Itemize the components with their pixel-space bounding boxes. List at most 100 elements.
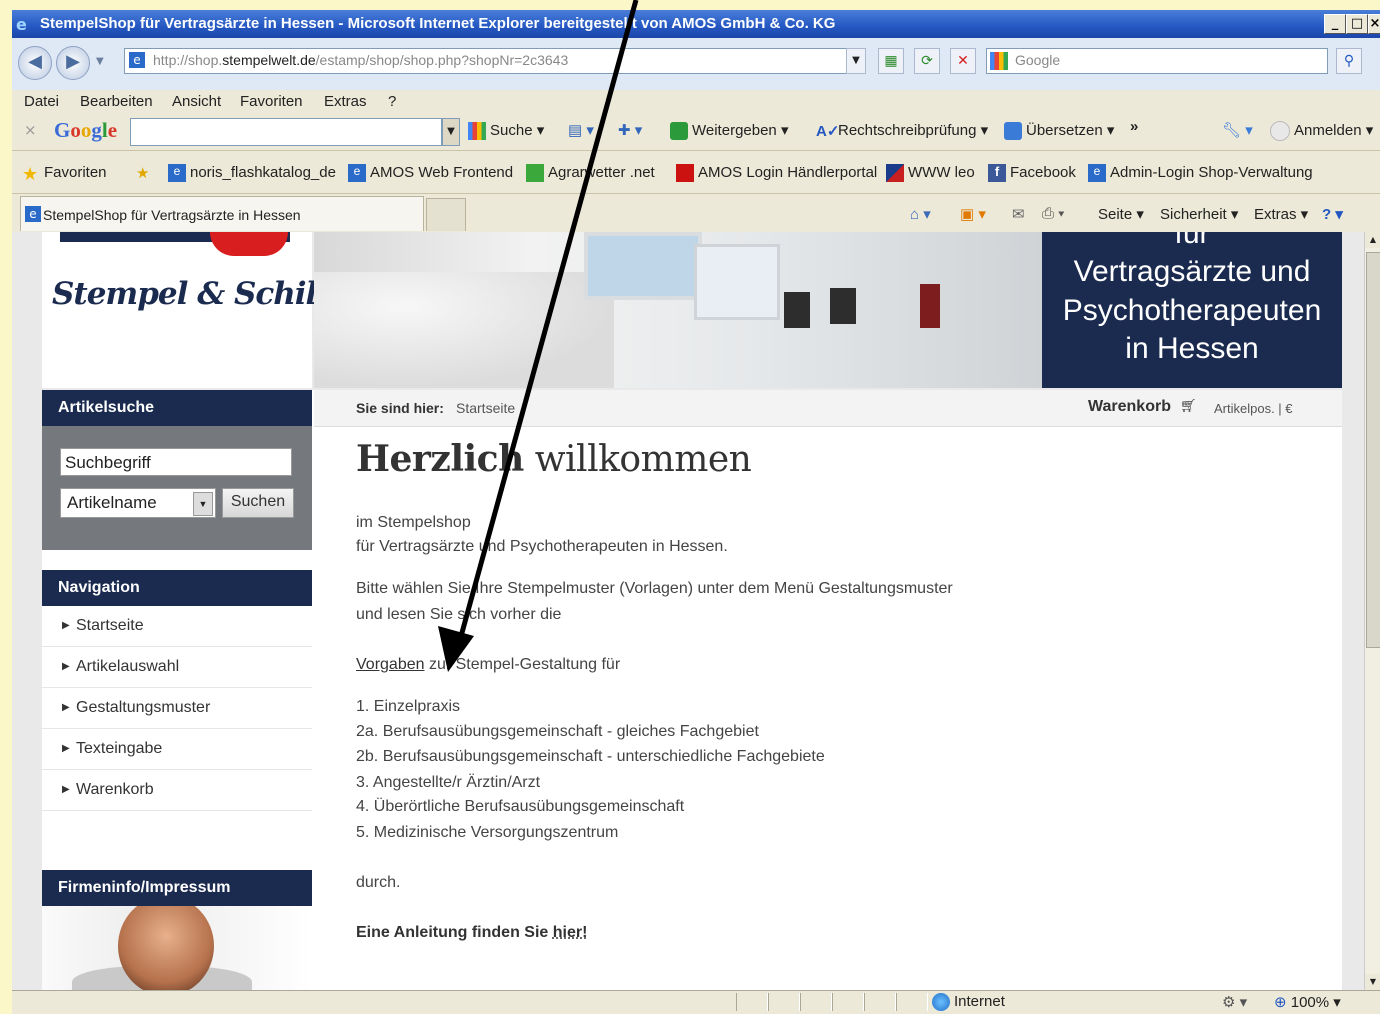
menu-help[interactable]: ? (388, 93, 396, 110)
forward-button[interactable]: ▶ (56, 46, 90, 80)
address-bar[interactable]: e http://shop.stempelwelt.de/estamp/shop… (124, 48, 856, 74)
toolbar-close-icon[interactable]: × (24, 121, 37, 139)
feeds-icon[interactable]: ▣ ▾ (960, 205, 986, 223)
translate-icon (1004, 122, 1022, 141)
page-icon: e (129, 52, 145, 68)
security-zone[interactable]: Internet (932, 993, 1005, 1012)
fav-leo[interactable]: WWW leo (886, 164, 975, 183)
ie-logo-icon: e (16, 15, 27, 34)
tab-bar: e StempelShop für Vertragsärzte in Hesse… (12, 194, 1380, 232)
add-favorite-icon[interactable]: ★ (136, 164, 149, 182)
fav-noris[interactable]: e noris_flashkatalog_de (168, 164, 336, 183)
maximize-button[interactable]: □ (1346, 14, 1368, 34)
refresh-icon[interactable]: ⟳ (914, 48, 940, 74)
fav-amos-web[interactable]: e AMOS Web Frontend (348, 164, 513, 183)
nav-item-gestaltungsmuster[interactable]: ▶ Gestaltungsmuster (42, 688, 312, 729)
search-button[interactable]: Suchen (222, 488, 294, 518)
cart-link[interactable]: Warenkorb (1088, 398, 1171, 416)
page-menu[interactable]: Seite ▾ (1098, 205, 1144, 223)
photo-monitor-2 (694, 244, 780, 320)
nav-item-warenkorb[interactable]: ▶ Warenkorb (42, 770, 312, 811)
fav-facebook[interactable]: f Facebook (988, 164, 1076, 183)
status-bar: Internet ⚙ ▾ ⊕ 100% ▾ (12, 990, 1380, 1014)
toolbar-overflow-icon[interactable]: » (1130, 118, 1138, 135)
protected-mode-icon[interactable]: ⚙ ▾ (1222, 993, 1247, 1011)
signin-icon (1270, 121, 1290, 142)
fav-agrarwetter[interactable]: Agrarwetter .net (526, 164, 655, 183)
vorgaben-link[interactable]: Vorgaben (356, 656, 425, 673)
browser-window: e StempelShop für Vertragsärzte in Hesse… (12, 10, 1380, 1014)
zoom-control[interactable]: ⊕ 100% ▾ (1274, 993, 1341, 1011)
new-tab-button[interactable] (426, 198, 466, 231)
window-title: StempelShop für Vertragsärzte in Hessen … (40, 15, 836, 32)
tab-stempelshop[interactable]: e StempelShop für Vertragsärzte in Hesse… (20, 196, 424, 231)
search-field-select[interactable]: Artikelname ▼ (60, 488, 216, 518)
page-viewport: Stempel & Schilder für Vertragsärzte und… (12, 232, 1364, 990)
status-segment (832, 993, 864, 1011)
scroll-down-icon[interactable]: ▼ (1365, 974, 1380, 990)
wrench-icon[interactable]: 🔧︎ ▾ (1222, 121, 1253, 139)
menu-bearbeiten[interactable]: Bearbeiten (80, 93, 153, 110)
favorites-button[interactable]: ★ Favoriten (22, 164, 107, 185)
guide-link[interactable]: hier! (553, 924, 588, 941)
mail-icon[interactable]: ✉ (1012, 205, 1025, 223)
search-box[interactable]: Google (986, 48, 1328, 74)
site-logo[interactable]: Stempel & Schilder (42, 232, 372, 388)
shop-page: Stempel & Schilder für Vertragsärzte und… (42, 232, 1342, 990)
address-url[interactable]: http://shop.stempelwelt.de/estamp/shop/s… (153, 52, 568, 68)
banner-line: Psychotherapeuten (1062, 294, 1322, 327)
google-search-button[interactable]: Suche ▾ (468, 121, 544, 141)
banner-line: für (1174, 232, 1210, 250)
guide-text: Eine Anleitung finden Sie (356, 924, 553, 941)
compat-view-icon[interactable]: ▦ (878, 48, 904, 74)
tools-menu[interactable]: Extras ▾ (1254, 205, 1308, 223)
triangle-right-icon: ▶ (62, 620, 70, 631)
leo-flag-icon (886, 164, 904, 183)
triangle-right-icon: ▶ (62, 702, 70, 713)
photo-person (314, 272, 614, 388)
menu-extras[interactable]: Extras (324, 93, 367, 110)
menu-favoriten[interactable]: Favoriten (240, 93, 303, 110)
scroll-up-icon[interactable]: ▲ (1365, 232, 1380, 248)
google-search-input[interactable] (130, 118, 442, 146)
status-segment (896, 993, 928, 1011)
puzzle-icon[interactable]: ✚ ▾ (618, 121, 642, 139)
print-icon[interactable]: ⎙ ▾ (1042, 205, 1064, 222)
translate-button[interactable]: Übersetzen ▾ (1004, 121, 1114, 141)
help-icon[interactable]: ? ▾ (1322, 205, 1343, 223)
history-dropdown-icon[interactable]: ▼ (96, 56, 104, 67)
breadcrumb-current[interactable]: Startseite (456, 400, 515, 416)
nav-item-artikelauswahl[interactable]: ▶ Artikelauswahl (42, 647, 312, 688)
close-button[interactable]: × (1368, 14, 1380, 34)
navigation-title: Navigation (42, 570, 312, 606)
search-input[interactable]: Suchbegriff (60, 448, 292, 476)
search-icon[interactable]: ⚲ (1336, 48, 1362, 74)
search-panel: Suchbegriff Artikelname ▼ Suchen (42, 426, 312, 550)
vertical-scrollbar[interactable]: ▲ ▼ (1364, 232, 1380, 990)
back-button[interactable]: ◀ (18, 46, 52, 80)
star-icon: ★ (22, 164, 39, 185)
news-icon[interactable]: ▤ ▾ (568, 121, 594, 139)
address-dropdown-button[interactable]: ▼ (846, 48, 866, 74)
vorgaben-text: zur Stempel-Gestaltung für (424, 656, 621, 673)
fav-admin-login[interactable]: e Admin-Login Shop-Verwaltung (1088, 164, 1313, 183)
support-photo (42, 906, 312, 990)
header-banner: für Vertragsärzte und Psychotherapeuten … (1042, 232, 1342, 388)
share-button[interactable]: Weitergeben ▾ (670, 121, 788, 141)
menu-ansicht[interactable]: Ansicht (172, 93, 221, 110)
signin-button[interactable]: Anmelden ▾ (1270, 121, 1373, 142)
minimize-button[interactable]: _ (1324, 14, 1346, 34)
scrollbar-thumb[interactable] (1366, 252, 1380, 648)
google-search-dropdown[interactable]: ▼ (442, 118, 460, 146)
menu-datei[interactable]: Datei (24, 93, 59, 110)
fav-amos-login[interactable]: AMOS Login Händlerportal (676, 164, 877, 183)
stop-icon[interactable]: ✕ (950, 48, 976, 74)
security-menu[interactable]: Sicherheit ▾ (1160, 205, 1238, 223)
nav-item-startseite[interactable]: ▶ Startseite (42, 606, 312, 647)
cart-icon[interactable]: 🛒︎ (1180, 399, 1197, 413)
google-icon (468, 122, 486, 141)
home-icon[interactable]: ⌂ ▾ (910, 205, 931, 223)
firm-info-title[interactable]: Firmeninfo/Impressum (42, 870, 312, 906)
spellcheck-button[interactable]: A✓Rechtschreibprüfung ▾ (816, 121, 988, 140)
nav-item-texteingabe[interactable]: ▶ Texteingabe (42, 729, 312, 770)
